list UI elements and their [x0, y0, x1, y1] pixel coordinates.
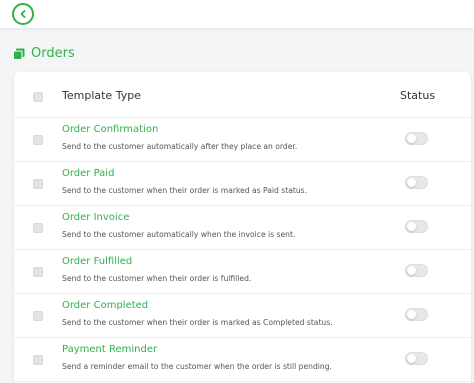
status-toggle[interactable] — [405, 352, 428, 365]
column-header-template-type: Template Type — [62, 89, 141, 102]
template-description: Send a reminder email to the customer wh… — [62, 362, 332, 371]
table-row: Order Fulfilled Send to the customer whe… — [14, 250, 471, 294]
template-title[interactable]: Payment Reminder — [62, 344, 157, 355]
select-all-checkbox[interactable] — [33, 92, 43, 102]
template-description: Send to the customer when their order is… — [62, 274, 252, 283]
column-header-status: Status — [400, 89, 436, 102]
row-checkbox[interactable] — [33, 179, 43, 189]
table-row: Order Paid Send to the customer when the… — [14, 162, 471, 206]
row-checkbox[interactable] — [33, 223, 43, 233]
template-title[interactable]: Order Fulfilled — [62, 256, 132, 267]
template-description: Send to the customer automatically when … — [62, 230, 296, 239]
status-toggle[interactable] — [405, 308, 428, 321]
template-description: Send to the customer automatically after… — [62, 142, 298, 151]
back-button[interactable] — [12, 3, 34, 25]
table-row: Order Completed Send to the customer whe… — [14, 294, 471, 338]
status-toggle[interactable] — [405, 220, 428, 233]
table-row: Order Invoice Send to the customer autom… — [14, 206, 471, 250]
template-description: Send to the customer when their order is… — [62, 318, 333, 327]
row-checkbox[interactable] — [33, 135, 43, 145]
table-row: Order Confirmation Send to the customer … — [14, 118, 471, 162]
row-checkbox[interactable] — [33, 355, 43, 365]
template-title[interactable]: Order Paid — [62, 168, 114, 179]
section-header: Orders — [13, 46, 75, 61]
templates-table: Template Type Status Order Confirmation … — [14, 72, 471, 383]
table-header: Template Type Status — [14, 72, 471, 118]
table-row: Payment Reminder Send a reminder email t… — [14, 338, 471, 382]
row-checkbox[interactable] — [33, 267, 43, 277]
section-title: Orders — [31, 46, 75, 61]
template-title[interactable]: Order Completed — [62, 300, 148, 311]
template-title[interactable]: Order Confirmation — [62, 124, 158, 135]
orders-icon — [13, 48, 25, 60]
status-toggle[interactable] — [405, 176, 428, 189]
top-bar — [0, 0, 474, 28]
chevron-left-icon — [20, 10, 26, 18]
status-toggle[interactable] — [405, 132, 428, 145]
template-description: Send to the customer when their order is… — [62, 186, 308, 195]
status-toggle[interactable] — [405, 264, 428, 277]
row-checkbox[interactable] — [33, 311, 43, 321]
template-title[interactable]: Order Invoice — [62, 212, 129, 223]
